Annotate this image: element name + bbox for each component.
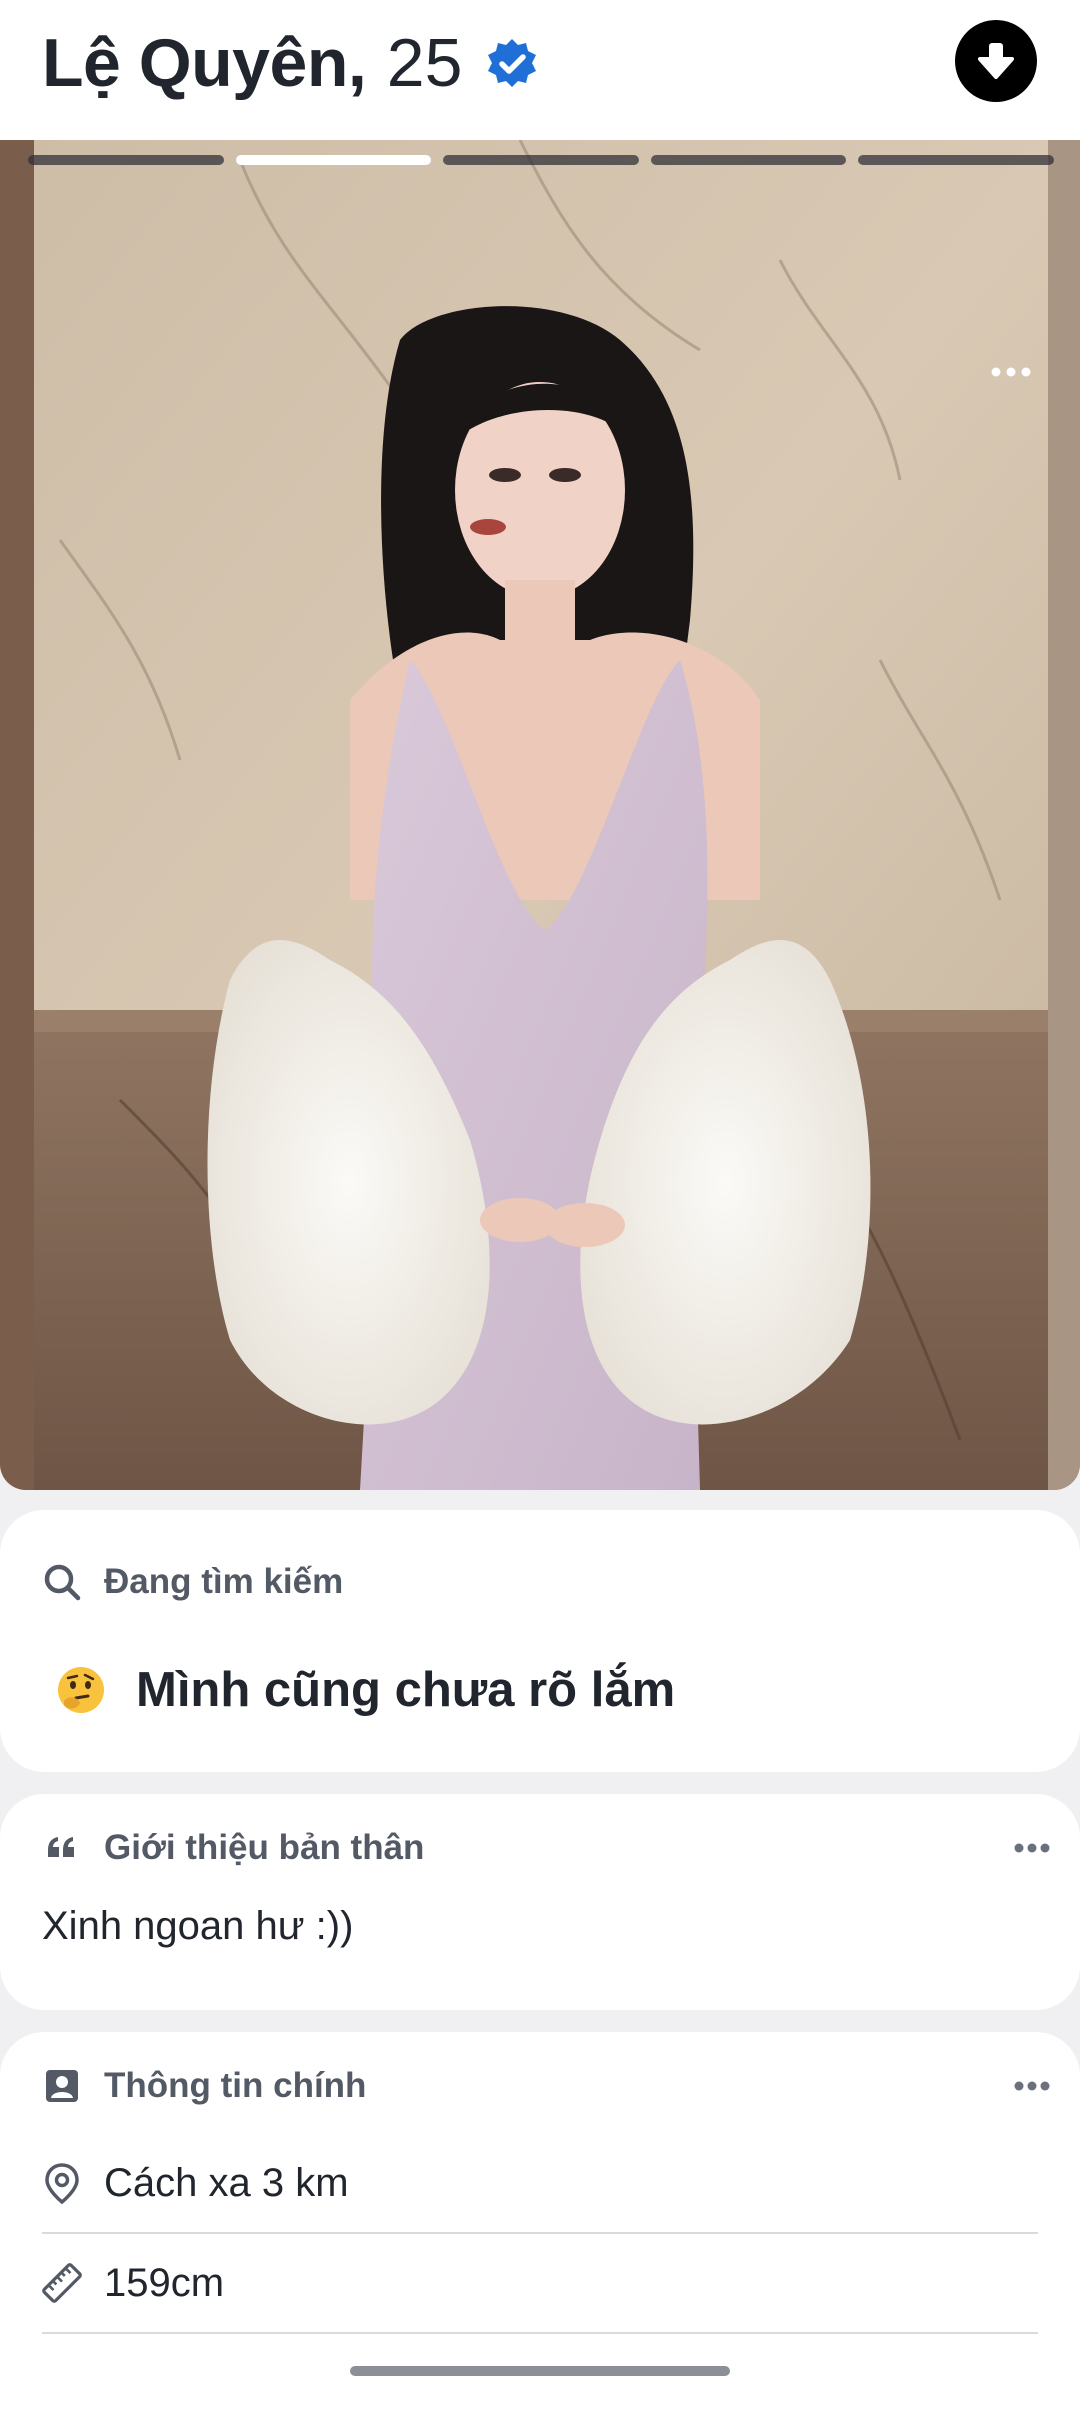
- verified-badge-icon: [488, 39, 537, 87]
- name-comma: ,: [347, 25, 367, 101]
- id-card-icon: [46, 2070, 78, 2102]
- thinking-face-emoji: [58, 1667, 104, 1713]
- distance-text: Cách xa 3 km: [104, 2160, 349, 2205]
- quote-icon: [48, 1837, 74, 1857]
- basics-row-height: 159cm: [42, 2234, 1038, 2334]
- profile-photo[interactable]: [0, 140, 1080, 1490]
- location-pin-icon: [45, 2163, 79, 2205]
- basics-row-distance: Cách xa 3 km: [42, 2134, 1038, 2234]
- looking-for-text: Mình cũng chưa rõ lắm: [136, 1663, 676, 1717]
- more-dots-icon[interactable]: [1013, 1842, 1051, 1854]
- looking-for-header: Đang tìm kiếm: [42, 1562, 343, 1602]
- photo-image: [0, 140, 1080, 1490]
- profile-age: 25: [386, 25, 463, 101]
- basics-card: Thông tin chính Cách xa 3 km 159cm: [0, 2032, 1080, 2412]
- looking-for-value: Mình cũng chưa rõ lắm: [56, 1662, 675, 1718]
- more-dots-icon[interactable]: [1013, 2080, 1051, 2092]
- photo-progress-segment: [28, 155, 224, 165]
- basics-header: Thông tin chính: [42, 2066, 366, 2106]
- photo-progress-segment: [443, 155, 639, 165]
- photo-progress-segment: [858, 155, 1054, 165]
- search-icon: [44, 1564, 81, 1601]
- profile-header: Lệ Quyên, 25: [0, 0, 1080, 140]
- home-indicator[interactable]: [350, 2366, 730, 2376]
- profile-name: Lệ Quyên: [42, 25, 348, 101]
- bio-text: Xinh ngoan hư :)): [42, 1904, 354, 1948]
- bio-card: Giới thiệu bản thân Xinh ngoan hư :)): [0, 1794, 1080, 2010]
- photo-progress-segment: [650, 155, 847, 165]
- photo-progress-bar: [28, 155, 1054, 165]
- basics-title: Thông tin chính: [104, 2066, 367, 2105]
- profile-name-line: Lệ Quyên, 25: [42, 18, 540, 108]
- ruler-icon: [42, 2263, 82, 2303]
- photo-progress-segment-active: [235, 155, 432, 165]
- looking-for-card: Đang tìm kiếm Mình cũng chưa rõ lắm: [0, 1510, 1080, 1772]
- collapse-profile-button[interactable]: [955, 20, 1037, 102]
- arrow-down-icon: [978, 43, 1014, 79]
- bio-title: Giới thiệu bản thân: [104, 1828, 425, 1867]
- more-dots-icon[interactable]: [988, 362, 1034, 382]
- bio-header: Giới thiệu bản thân: [42, 1828, 424, 1868]
- looking-for-title: Đang tìm kiếm: [104, 1562, 344, 1601]
- height-text: 159cm: [104, 2260, 225, 2305]
